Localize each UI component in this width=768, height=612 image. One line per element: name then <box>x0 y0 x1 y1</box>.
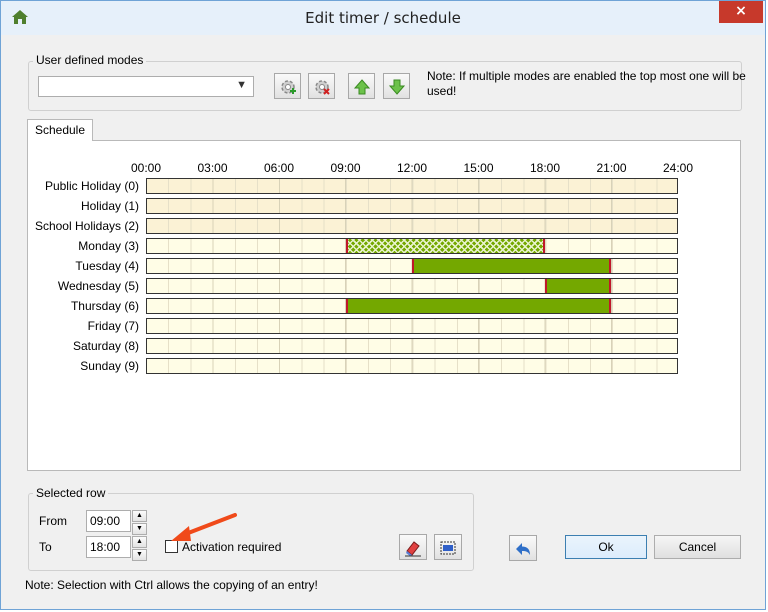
selected-row-label: Selected row <box>33 486 109 500</box>
select-all-icon <box>440 541 456 555</box>
arrow-up-icon[interactable]: ▲ <box>132 536 147 548</box>
arrow-down-icon[interactable]: ▼ <box>132 523 147 535</box>
from-label: From <box>39 514 67 528</box>
move-down-button[interactable] <box>383 73 410 99</box>
move-down-icon <box>388 79 406 95</box>
schedule-row-bar[interactable] <box>146 218 678 234</box>
select-all-button[interactable] <box>434 534 462 560</box>
add-mode-button[interactable] <box>274 73 301 99</box>
time-segment[interactable] <box>345 299 611 313</box>
chevron-down-icon: ▼ <box>236 79 247 91</box>
schedule-row-label: Saturday (8) <box>72 339 139 353</box>
schedule-row-label: Sunday (9) <box>80 359 139 373</box>
close-button[interactable]: × <box>719 1 763 23</box>
modes-note: Note: If multiple modes are enabled the … <box>427 69 746 98</box>
time-label: 03:00 <box>197 161 228 175</box>
user-modes-label: User defined modes <box>33 53 147 67</box>
arrow-up-icon[interactable]: ▲ <box>132 510 147 522</box>
arrow-down-icon[interactable]: ▼ <box>132 549 147 561</box>
schedule-row-label: Friday (7) <box>87 319 139 333</box>
time-label: 12:00 <box>396 161 428 175</box>
schedule-row-bar[interactable] <box>146 178 678 194</box>
schedule-row-bar[interactable] <box>146 298 678 314</box>
edit-timer-dialog: Edit timer / schedule × User defined mod… <box>0 0 766 610</box>
time-label: 09:00 <box>330 161 361 175</box>
window-title: Edit timer / schedule <box>305 9 461 27</box>
clear-entry-button[interactable] <box>399 534 427 560</box>
move-up-icon <box>353 79 371 95</box>
modes-dropdown[interactable]: ▼ <box>38 76 254 97</box>
remove-mode-icon <box>315 80 330 95</box>
from-time-stepper[interactable]: ▲ ▼ <box>132 510 147 535</box>
add-mode-icon <box>281 80 296 94</box>
title-bar[interactable]: Edit timer / schedule × <box>1 1 765 35</box>
schedule-row-label: Public Holiday (0) <box>44 179 139 193</box>
ok-button[interactable]: Ok <box>565 535 647 559</box>
selected-time-segment[interactable] <box>345 239 545 253</box>
annotation-arrow-icon <box>171 513 237 541</box>
undo-arrow-icon <box>516 543 530 555</box>
from-time-input[interactable]: 09:00 <box>86 510 131 532</box>
to-label: To <box>39 540 52 554</box>
schedule-row-label: Wednesday (5) <box>57 279 139 293</box>
schedule-row-label: School Holidays (2) <box>34 219 139 233</box>
time-label: 15:00 <box>463 161 494 175</box>
schedule-row-bar[interactable] <box>146 278 678 294</box>
schedule-row-bar[interactable] <box>146 198 678 214</box>
time-label: 00:00 <box>130 161 162 175</box>
schedule-row-bar[interactable] <box>146 238 678 254</box>
schedule-row-bar[interactable] <box>146 258 678 274</box>
time-label: 06:00 <box>263 161 295 175</box>
cancel-button[interactable]: Cancel <box>654 535 741 559</box>
time-segment[interactable] <box>412 259 611 273</box>
schedule-row-bar[interactable] <box>146 338 678 354</box>
time-label: 21:00 <box>596 161 627 175</box>
time-label: 24:00 <box>662 161 694 175</box>
remove-mode-button[interactable] <box>308 73 335 99</box>
undo-button[interactable] <box>509 535 537 561</box>
schedule-row-label: Thursday (6) <box>70 299 139 313</box>
tab-schedule[interactable]: Schedule <box>27 119 93 141</box>
to-time-stepper[interactable]: ▲ ▼ <box>132 536 147 561</box>
eraser-icon <box>405 541 421 557</box>
schedule-row-bar[interactable] <box>146 358 678 374</box>
schedule-row-label: Tuesday (4) <box>75 259 139 273</box>
schedule-row-bar[interactable] <box>146 318 678 334</box>
time-label: 18:00 <box>529 161 561 175</box>
schedule-row-label: Monday (3) <box>78 239 139 253</box>
ctrl-copy-note: Note: Selection with Ctrl allows the cop… <box>25 578 318 592</box>
to-time-input[interactable]: 18:00 <box>86 536 131 558</box>
schedule-row-label: Holiday (1) <box>80 199 139 213</box>
time-segment[interactable] <box>544 279 611 293</box>
move-up-button[interactable] <box>348 73 375 99</box>
